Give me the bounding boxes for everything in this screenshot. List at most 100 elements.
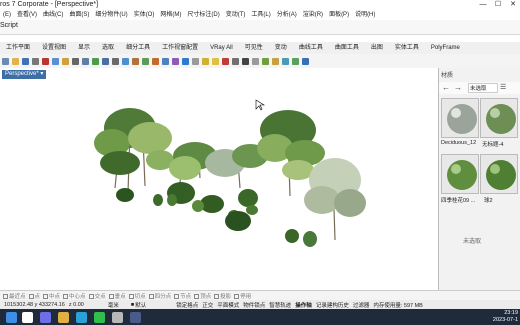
tab-drafting[interactable]: 出图	[365, 42, 389, 54]
menu-curve[interactable]: 曲线(C)	[40, 10, 66, 20]
checkbox-icon[interactable]	[88, 294, 94, 299]
new-icon[interactable]	[1, 57, 9, 65]
tab-transform[interactable]: 变动	[269, 42, 293, 54]
wireframe-icon[interactable]	[191, 57, 199, 65]
tab-curve-tools[interactable]: 曲线工具	[293, 42, 329, 54]
viewport-title-tab[interactable]: Perspective* ▾	[2, 70, 47, 79]
status-ortho[interactable]: 正交	[202, 301, 213, 309]
status-history[interactable]: 记录建构历史	[316, 301, 349, 309]
checkbox-icon[interactable]	[128, 294, 134, 299]
menu-surface[interactable]: 曲面(S)	[66, 10, 92, 20]
print-icon[interactable]	[31, 57, 39, 65]
options-icon[interactable]	[261, 57, 269, 65]
status-osnap[interactable]: 物件锁点	[243, 301, 265, 309]
back-arrow-icon[interactable]: ←	[442, 83, 450, 93]
zoom-extents-icon[interactable]	[121, 57, 129, 65]
material-filter-dropdown[interactable]: 未选取	[468, 83, 498, 93]
forward-arrow-icon[interactable]: →	[454, 83, 462, 93]
sphere2-icon[interactable]	[241, 57, 249, 65]
status-smarttrack[interactable]: 智慧轨迹	[269, 301, 291, 309]
checkbox-icon[interactable]	[194, 294, 200, 299]
status-gumball[interactable]: 操作轴	[295, 301, 312, 309]
copy-icon[interactable]	[51, 57, 59, 65]
menu-panels[interactable]: 面板(P)	[326, 10, 352, 20]
menu-mesh[interactable]: 网格(M)	[157, 10, 184, 20]
layer-swatch-icon[interactable]: ■	[131, 302, 134, 308]
cplane-icon[interactable]	[141, 57, 149, 65]
tab-set-view[interactable]: 设置视图	[36, 42, 72, 54]
render-icon[interactable]	[201, 57, 209, 65]
material-thumbnail[interactable]	[441, 98, 479, 138]
tab-subd-tools[interactable]: 细分工具	[120, 42, 156, 54]
windows-icon[interactable]	[6, 312, 17, 323]
menu-analyze[interactable]: 分析(A)	[274, 10, 300, 20]
texture-icon[interactable]	[281, 57, 289, 65]
rotate-view-icon[interactable]	[91, 57, 99, 65]
menu-transform[interactable]: 变动(T)	[223, 10, 249, 20]
panel-menu-icon[interactable]: ☰	[500, 83, 506, 93]
checkbox-icon[interactable]	[43, 294, 49, 299]
osnap-item[interactable]: 停用	[234, 292, 251, 300]
tab-viewport-layout[interactable]: 工作视窗配置	[156, 42, 204, 54]
tab-cplanes[interactable]: 工作平面	[0, 42, 36, 54]
sphere-icon[interactable]	[231, 57, 239, 65]
material-thumbnail[interactable]	[480, 98, 518, 138]
checkbox-icon[interactable]	[28, 294, 34, 299]
cut-icon[interactable]	[41, 57, 49, 65]
osnap-item[interactable]: 顶点	[194, 292, 211, 300]
zoom-selected-icon[interactable]	[131, 57, 139, 65]
close-button[interactable]: ✕	[506, 0, 520, 10]
osnap-item[interactable]: 四分点	[148, 292, 171, 300]
undo-icon[interactable]	[71, 57, 79, 65]
pan-icon[interactable]	[81, 57, 89, 65]
osnap-item[interactable]: 点	[28, 292, 40, 300]
help-icon[interactable]	[301, 57, 309, 65]
checkbox-icon[interactable]	[148, 294, 154, 299]
tab-vray-all[interactable]: VRay All	[204, 42, 239, 54]
open-icon[interactable]	[11, 57, 19, 65]
osnap-item[interactable]: 垂点	[108, 292, 126, 300]
checkbox-icon[interactable]	[63, 294, 69, 299]
menu-subd[interactable]: 细分物件(U)	[92, 10, 130, 20]
explorer-icon[interactable]	[58, 312, 69, 323]
status-filter[interactable]: 过滤器	[353, 301, 370, 309]
status-planar[interactable]: 平面模式	[217, 301, 239, 309]
menu-edit[interactable]: (E)	[0, 10, 14, 20]
osnap-item[interactable]: 投影	[214, 292, 231, 300]
osnap-item[interactable]: 中心点	[63, 292, 86, 300]
checkbox-icon[interactable]	[174, 294, 180, 299]
minimize-button[interactable]: —	[476, 0, 490, 10]
material-thumbnail[interactable]	[480, 154, 518, 194]
points-icon[interactable]	[161, 57, 169, 65]
tab-polyframe[interactable]: PolyFrame	[425, 42, 466, 54]
tab-select[interactable]: 选取	[96, 42, 120, 54]
osnap-item[interactable]: 交点	[88, 292, 106, 300]
current-layer[interactable]: 默认	[135, 301, 146, 309]
menu-solid[interactable]: 实体(O)	[131, 10, 158, 20]
material-thumbnail[interactable]	[441, 154, 479, 194]
menu-render[interactable]: 渲染(R)	[300, 10, 326, 20]
material-icon[interactable]	[221, 57, 229, 65]
maximize-button[interactable]: ☐	[491, 0, 505, 10]
edge-icon[interactable]	[76, 312, 87, 323]
checkbox-icon[interactable]	[214, 294, 220, 299]
save-icon[interactable]	[21, 57, 29, 65]
menu-dimension[interactable]: 尺寸标注(D)	[184, 10, 222, 20]
osnap-item[interactable]: 最近点	[3, 292, 26, 300]
status-grid-snap[interactable]: 锁定格点	[176, 301, 198, 309]
chat-icon[interactable]	[40, 312, 51, 323]
tab-solid-tools[interactable]: 实体工具	[389, 42, 425, 54]
settings-icon[interactable]	[291, 57, 299, 65]
checkbox-icon[interactable]	[3, 294, 8, 299]
checkbox-icon[interactable]	[234, 294, 240, 299]
tab-display[interactable]: 显示	[72, 42, 96, 54]
command-line[interactable]: Script	[0, 20, 520, 35]
menu-tools[interactable]: 工具(L)	[248, 10, 273, 20]
sphere3-icon[interactable]	[251, 57, 259, 65]
wechat-icon[interactable]	[94, 312, 105, 323]
paste-icon[interactable]	[61, 57, 69, 65]
tab-visibility[interactable]: 可见性	[239, 42, 269, 54]
units-label[interactable]: 毫米	[108, 301, 119, 309]
menu-view[interactable]: 查看(V)	[14, 10, 40, 20]
osnap-item[interactable]: 中点	[43, 292, 60, 300]
